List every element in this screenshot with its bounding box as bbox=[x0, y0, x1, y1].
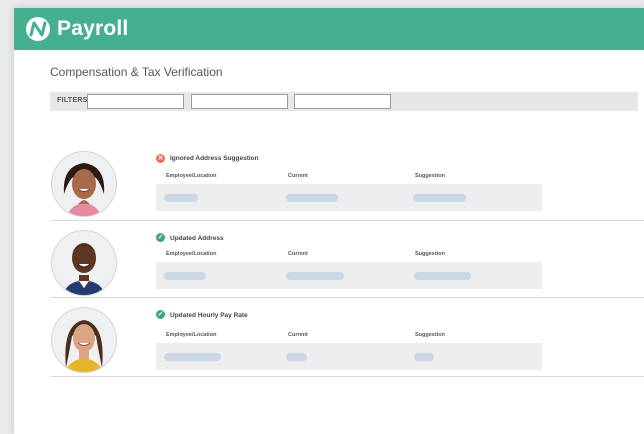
record-row[interactable]: ✕ Ignored Address Suggestion Employee/Lo… bbox=[50, 150, 644, 226]
page-title: Compensation & Tax Verification bbox=[50, 65, 223, 79]
record-row[interactable]: ✓ Updated Address Employee/Location Curr… bbox=[50, 229, 644, 305]
filter-input-2[interactable] bbox=[191, 94, 288, 109]
record-row[interactable]: ✓ Updated Hourly Pay Rate Employee/Locat… bbox=[50, 306, 644, 382]
column-header-current: Current bbox=[288, 332, 308, 338]
person-portrait-icon bbox=[52, 152, 116, 216]
avatar bbox=[51, 307, 117, 373]
filter-label: FILTERS: bbox=[57, 97, 91, 104]
placeholder-bar bbox=[414, 272, 471, 280]
filter-input-3[interactable] bbox=[294, 94, 391, 109]
row-divider bbox=[50, 376, 644, 377]
x-circle-icon: ✕ bbox=[156, 154, 165, 163]
row-divider bbox=[50, 297, 644, 298]
filter-input-1[interactable] bbox=[87, 94, 184, 109]
column-header-suggestion: Suggestion bbox=[415, 251, 445, 257]
record-data-box bbox=[156, 343, 542, 370]
placeholder-bar bbox=[413, 194, 466, 202]
placeholder-bar bbox=[286, 194, 338, 202]
placeholder-bar bbox=[164, 353, 221, 361]
payroll-logo-icon bbox=[26, 17, 50, 41]
column-header-employee: Employee/Location bbox=[166, 251, 217, 257]
filter-bar: FILTERS: bbox=[50, 92, 638, 111]
avatar bbox=[51, 151, 117, 217]
column-header-current: Current bbox=[288, 251, 308, 257]
placeholder-bar bbox=[164, 194, 198, 202]
app-title: Payroll bbox=[57, 17, 129, 40]
person-portrait-icon bbox=[52, 231, 116, 295]
avatar bbox=[51, 230, 117, 296]
record-data-box bbox=[156, 184, 542, 211]
placeholder-bar bbox=[286, 353, 307, 361]
row-divider bbox=[50, 220, 644, 221]
column-header-employee: Employee/Location bbox=[166, 173, 217, 179]
app-header: Payroll bbox=[14, 8, 644, 50]
person-portrait-icon bbox=[52, 308, 116, 372]
record-title: Updated Hourly Pay Rate bbox=[170, 312, 248, 319]
placeholder-bar bbox=[164, 272, 206, 280]
column-header-suggestion: Suggestion bbox=[415, 173, 445, 179]
check-circle-icon: ✓ bbox=[156, 233, 165, 242]
column-header-current: Current bbox=[288, 173, 308, 179]
app-window: Payroll Compensation & Tax Verification … bbox=[14, 8, 644, 434]
column-header-suggestion: Suggestion bbox=[415, 332, 445, 338]
record-title: Ignored Address Suggestion bbox=[170, 155, 259, 162]
check-circle-icon: ✓ bbox=[156, 310, 165, 319]
record-data-box bbox=[156, 262, 542, 289]
placeholder-bar bbox=[286, 272, 344, 280]
placeholder-bar bbox=[414, 353, 434, 361]
column-header-employee: Employee/Location bbox=[166, 332, 217, 338]
record-title: Updated Address bbox=[170, 235, 224, 242]
